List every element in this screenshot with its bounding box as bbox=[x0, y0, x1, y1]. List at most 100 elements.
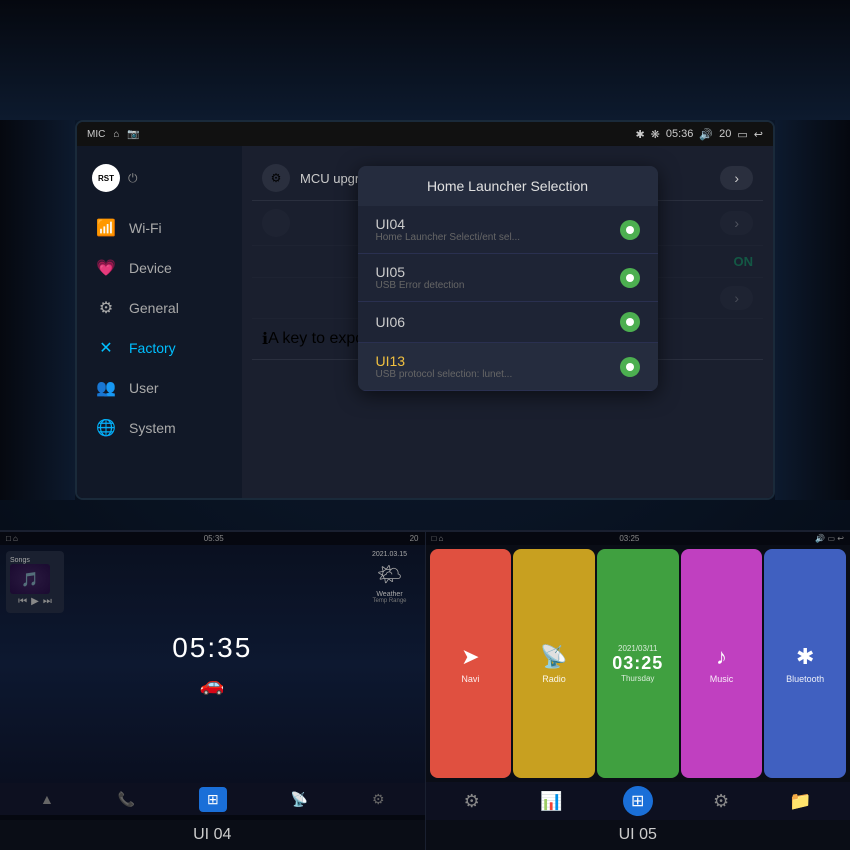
ui04-status-right: 20 bbox=[410, 534, 419, 543]
modal-ui13-radio bbox=[620, 357, 640, 377]
dash-top-chrome bbox=[0, 0, 850, 120]
bt-icon: ✱ bbox=[796, 644, 814, 670]
nav-settings-icon[interactable]: ⚙ bbox=[372, 791, 385, 808]
modal-ui05-sub: USB Error detection bbox=[376, 280, 620, 291]
radio-icon: 📡 bbox=[540, 644, 567, 670]
sidebar-item-device[interactable]: 💗 Device bbox=[77, 248, 242, 288]
sidebar-item-user[interactable]: 👥 User bbox=[77, 368, 242, 408]
ui05-nav-settings[interactable]: ⚙ bbox=[464, 791, 480, 812]
app-tile-navi[interactable]: ➤ Navi bbox=[430, 549, 512, 778]
modal-title: Home Launcher Selection bbox=[358, 166, 658, 206]
device-icon: 💗 bbox=[95, 258, 117, 278]
battery-level: 20 bbox=[719, 128, 731, 140]
ui04-music-panel: Songs 🎵 ⏮ ▶ ⏭ bbox=[0, 545, 70, 783]
ui04-date: 2021.03.15 bbox=[372, 551, 407, 558]
dash-right-chrome bbox=[775, 120, 850, 500]
gear-icon: ⚙ bbox=[95, 298, 117, 318]
ui05-nav-gear[interactable]: ⚙ bbox=[713, 791, 729, 812]
ui05-apps-grid: ➤ Navi 📡 Radio 2021/03/11 03:25 Thursday… bbox=[426, 545, 850, 782]
battery-icon: ▭ bbox=[737, 128, 747, 141]
ui04-center: 05:35 🚗 bbox=[70, 545, 355, 783]
ui05-status-left: □ ⌂ bbox=[432, 534, 444, 543]
bt-label: Bluetooth bbox=[786, 674, 824, 684]
modal-option-ui05[interactable]: UI05 USB Error detection bbox=[358, 254, 658, 302]
ui05-time: 03:25 bbox=[619, 534, 639, 543]
status-left-icons: MIC ⌂ 📷 bbox=[87, 129, 140, 140]
sidebar-user-label: User bbox=[129, 380, 159, 396]
music-tile-label: Music bbox=[710, 674, 734, 684]
bottom-section: □ ⌂ 05:35 20 Songs 🎵 ⏮ ▶ ⏭ bbox=[0, 530, 850, 850]
sidebar-item-general[interactable]: ⚙ General bbox=[77, 288, 242, 328]
modal-option-ui06[interactable]: UI06 bbox=[358, 302, 658, 343]
status-bar: MIC ⌂ 📷 ✱ ❋ 05:36 🔊 20 ▭ ↩ bbox=[77, 122, 773, 146]
modal-ui04-radio bbox=[620, 220, 640, 240]
play-icon[interactable]: ▶ bbox=[31, 596, 39, 607]
nav-phone-icon[interactable]: 📞 bbox=[118, 791, 135, 808]
navi-icon: ➤ bbox=[461, 644, 479, 670]
music-icon: ♪ bbox=[716, 644, 727, 670]
next-icon[interactable]: ⏭ bbox=[43, 596, 52, 607]
ui05-status-bar: □ ⌂ 03:25 🔊 ▭ ↩ bbox=[426, 532, 850, 545]
navi-label: Navi bbox=[461, 674, 479, 684]
factory-icon: ✕ bbox=[95, 338, 117, 358]
clock-tile-content: 2021/03/11 03:25 Thursday bbox=[612, 644, 663, 683]
ui05-screen: □ ⌂ 03:25 🔊 ▭ ↩ ➤ Navi 📡 Radio 2021/03/1… bbox=[426, 532, 850, 820]
clock-date: 2021/03/11 bbox=[618, 644, 657, 653]
ui04-car-animation: 🚗 bbox=[200, 672, 225, 697]
ui04-status-left: □ ⌂ bbox=[6, 534, 18, 543]
weather-label: Weather bbox=[376, 591, 402, 598]
modal-ui05-radio bbox=[620, 268, 640, 288]
ui04-body: Songs 🎵 ⏮ ▶ ⏭ 05:35 🚗 2021.03.15 bbox=[0, 545, 425, 783]
modal-option-ui13[interactable]: UI13 USB protocol selection: lunet... bbox=[358, 343, 658, 391]
modal-ui13-label: UI13 bbox=[376, 353, 620, 369]
sidebar-item-wifi[interactable]: 📶 Wi-Fi bbox=[77, 208, 242, 248]
nav-apps-icon[interactable]: ⊞ bbox=[199, 787, 227, 812]
bluetooth-status-icon: ✱ bbox=[635, 128, 644, 141]
app-tile-radio[interactable]: 📡 Radio bbox=[513, 549, 595, 778]
ui05-nav-home[interactable]: ⊞ bbox=[623, 786, 653, 816]
nav-navigate-icon[interactable]: ▲ bbox=[40, 791, 54, 807]
modal-ui04-label: UI04 bbox=[376, 216, 620, 232]
back-icon[interactable]: ↩ bbox=[754, 128, 763, 141]
status-time: 05:36 bbox=[666, 128, 694, 140]
app-tile-bluetooth[interactable]: ✱ Bluetooth bbox=[764, 549, 846, 778]
app-tile-music[interactable]: ♪ Music bbox=[681, 549, 763, 778]
modal-ui05-label: UI05 bbox=[376, 264, 620, 280]
wifi-icon: 📶 bbox=[95, 218, 117, 238]
rst-badge: RST bbox=[92, 164, 120, 192]
camera-icon: 📷 bbox=[127, 129, 139, 140]
ui04-weather: 2021.03.15 🌤 Weather Temp Range bbox=[355, 545, 425, 783]
ui05-label: UI 05 bbox=[426, 820, 850, 850]
sidebar: RST ⏻ 📶 Wi-Fi 💗 Device ⚙ General ✕ Facto… bbox=[77, 146, 242, 498]
prev-icon[interactable]: ⏮ bbox=[18, 596, 27, 607]
sidebar-item-factory[interactable]: ✕ Factory bbox=[77, 328, 242, 368]
home-icon: ⌂ bbox=[113, 129, 119, 140]
ui05-nav-stats[interactable]: 📊 bbox=[540, 791, 562, 812]
app-tile-clock[interactable]: 2021/03/11 03:25 Thursday bbox=[597, 549, 679, 778]
radio-label: Radio bbox=[542, 674, 566, 684]
modal-ui04-sub: Home Launcher Selecti/ent sel... bbox=[376, 232, 620, 243]
ui05-nav-folder[interactable]: 📁 bbox=[789, 791, 811, 812]
modal-ui06-radio bbox=[620, 312, 640, 332]
ui04-nav-bar: ▲ 📞 ⊞ 📡 ⚙ bbox=[0, 783, 425, 815]
sidebar-wifi-label: Wi-Fi bbox=[129, 220, 162, 236]
sidebar-factory-label: Factory bbox=[129, 340, 176, 356]
sidebar-item-system[interactable]: 🌐 System bbox=[77, 408, 242, 448]
rst-area: RST ⏻ bbox=[77, 156, 242, 200]
volume-icon: 🔊 bbox=[699, 128, 713, 141]
clock-day: Thursday bbox=[621, 674, 654, 683]
nav-radio-icon[interactable]: 📡 bbox=[291, 791, 308, 808]
power-icon: ⏻ bbox=[128, 171, 138, 186]
music-art: 🎵 bbox=[10, 564, 50, 594]
home-launcher-modal: Home Launcher Selection UI04 Home Launch… bbox=[358, 166, 658, 391]
modal-overlay: Home Launcher Selection UI04 Home Launch… bbox=[242, 146, 773, 498]
ui04-label: UI 04 bbox=[0, 820, 425, 850]
sidebar-system-label: System bbox=[129, 420, 176, 436]
clock-time: 03:25 bbox=[612, 653, 663, 674]
globe-icon: 🌐 bbox=[95, 418, 117, 438]
wifi-status-icon: ❋ bbox=[651, 128, 660, 141]
modal-option-ui04[interactable]: UI04 Home Launcher Selecti/ent sel... bbox=[358, 206, 658, 254]
ui04-screen: □ ⌂ 05:35 20 Songs 🎵 ⏮ ▶ ⏭ bbox=[0, 532, 425, 820]
modal-ui13-sub: USB protocol selection: lunet... bbox=[376, 369, 620, 380]
sidebar-device-label: Device bbox=[129, 260, 172, 276]
